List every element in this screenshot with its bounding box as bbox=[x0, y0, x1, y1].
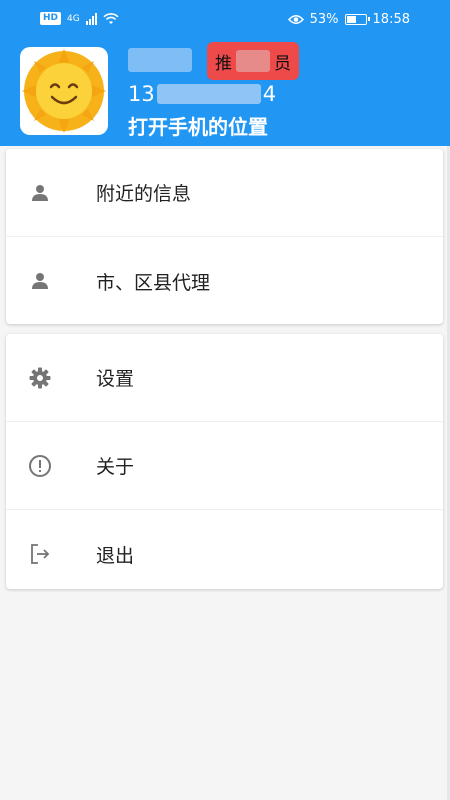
role-text-end: 员 bbox=[274, 53, 291, 74]
battery-percent: 53% bbox=[309, 12, 339, 27]
phone-end: 4 bbox=[262, 82, 277, 106]
menu-item-logout[interactable]: 退出 bbox=[6, 510, 443, 598]
logout-icon bbox=[31, 544, 50, 564]
phone-redacted bbox=[156, 84, 261, 104]
location-prompt[interactable]: 打开手机的位置 bbox=[128, 111, 268, 140]
menu-card-2: 设置 关于 退出 bbox=[6, 334, 443, 589]
status-right: 53% 18:58 bbox=[287, 12, 410, 27]
phone-number: 13 4 bbox=[128, 82, 276, 106]
menu-item-label: 附近的信息 bbox=[96, 183, 192, 205]
role-text-start: 推 bbox=[215, 53, 232, 74]
menu-item-about[interactable]: 关于 bbox=[6, 422, 443, 510]
eye-icon bbox=[287, 15, 304, 24]
info-icon bbox=[29, 454, 51, 477]
menu-item-label: 市、区县代理 bbox=[96, 271, 211, 294]
menu-item-label: 关于 bbox=[96, 456, 135, 478]
person-icon bbox=[32, 273, 48, 289]
status-left: HD 4G bbox=[40, 12, 119, 25]
menu-item-nearby-info[interactable]: 附近的信息 bbox=[6, 149, 443, 237]
role-redacted bbox=[236, 50, 270, 72]
menu-item-settings[interactable]: 设置 bbox=[6, 334, 443, 422]
status-bar: HD 4G 53% 18:58 bbox=[0, 0, 450, 40]
wifi-icon bbox=[103, 12, 119, 24]
avatar[interactable] bbox=[20, 47, 108, 135]
user-name-redacted bbox=[128, 48, 192, 72]
role-badge: 推 员 bbox=[207, 42, 299, 80]
clock: 18:58 bbox=[372, 12, 410, 27]
battery-fill bbox=[346, 16, 356, 23]
menu-item-label: 设置 bbox=[96, 368, 135, 390]
phone-start: 13 bbox=[128, 82, 155, 106]
menu-item-label: 退出 bbox=[96, 544, 135, 567]
person-icon bbox=[32, 184, 48, 201]
profile-header: HD 4G 53% 18:58 推 员 13 4 打开手机的位置 bbox=[0, 0, 450, 146]
hd-icon: HD bbox=[40, 12, 62, 25]
battery-icon bbox=[344, 14, 370, 25]
gear-icon bbox=[29, 367, 51, 388]
menu-item-agent[interactable]: 市、区县代理 bbox=[6, 237, 443, 325]
sun-avatar-icon bbox=[22, 49, 106, 133]
menu-card-1: 附近的信息 市、区县代理 bbox=[6, 149, 443, 324]
signal-icon bbox=[85, 12, 97, 25]
network-label: 4G bbox=[67, 13, 80, 24]
